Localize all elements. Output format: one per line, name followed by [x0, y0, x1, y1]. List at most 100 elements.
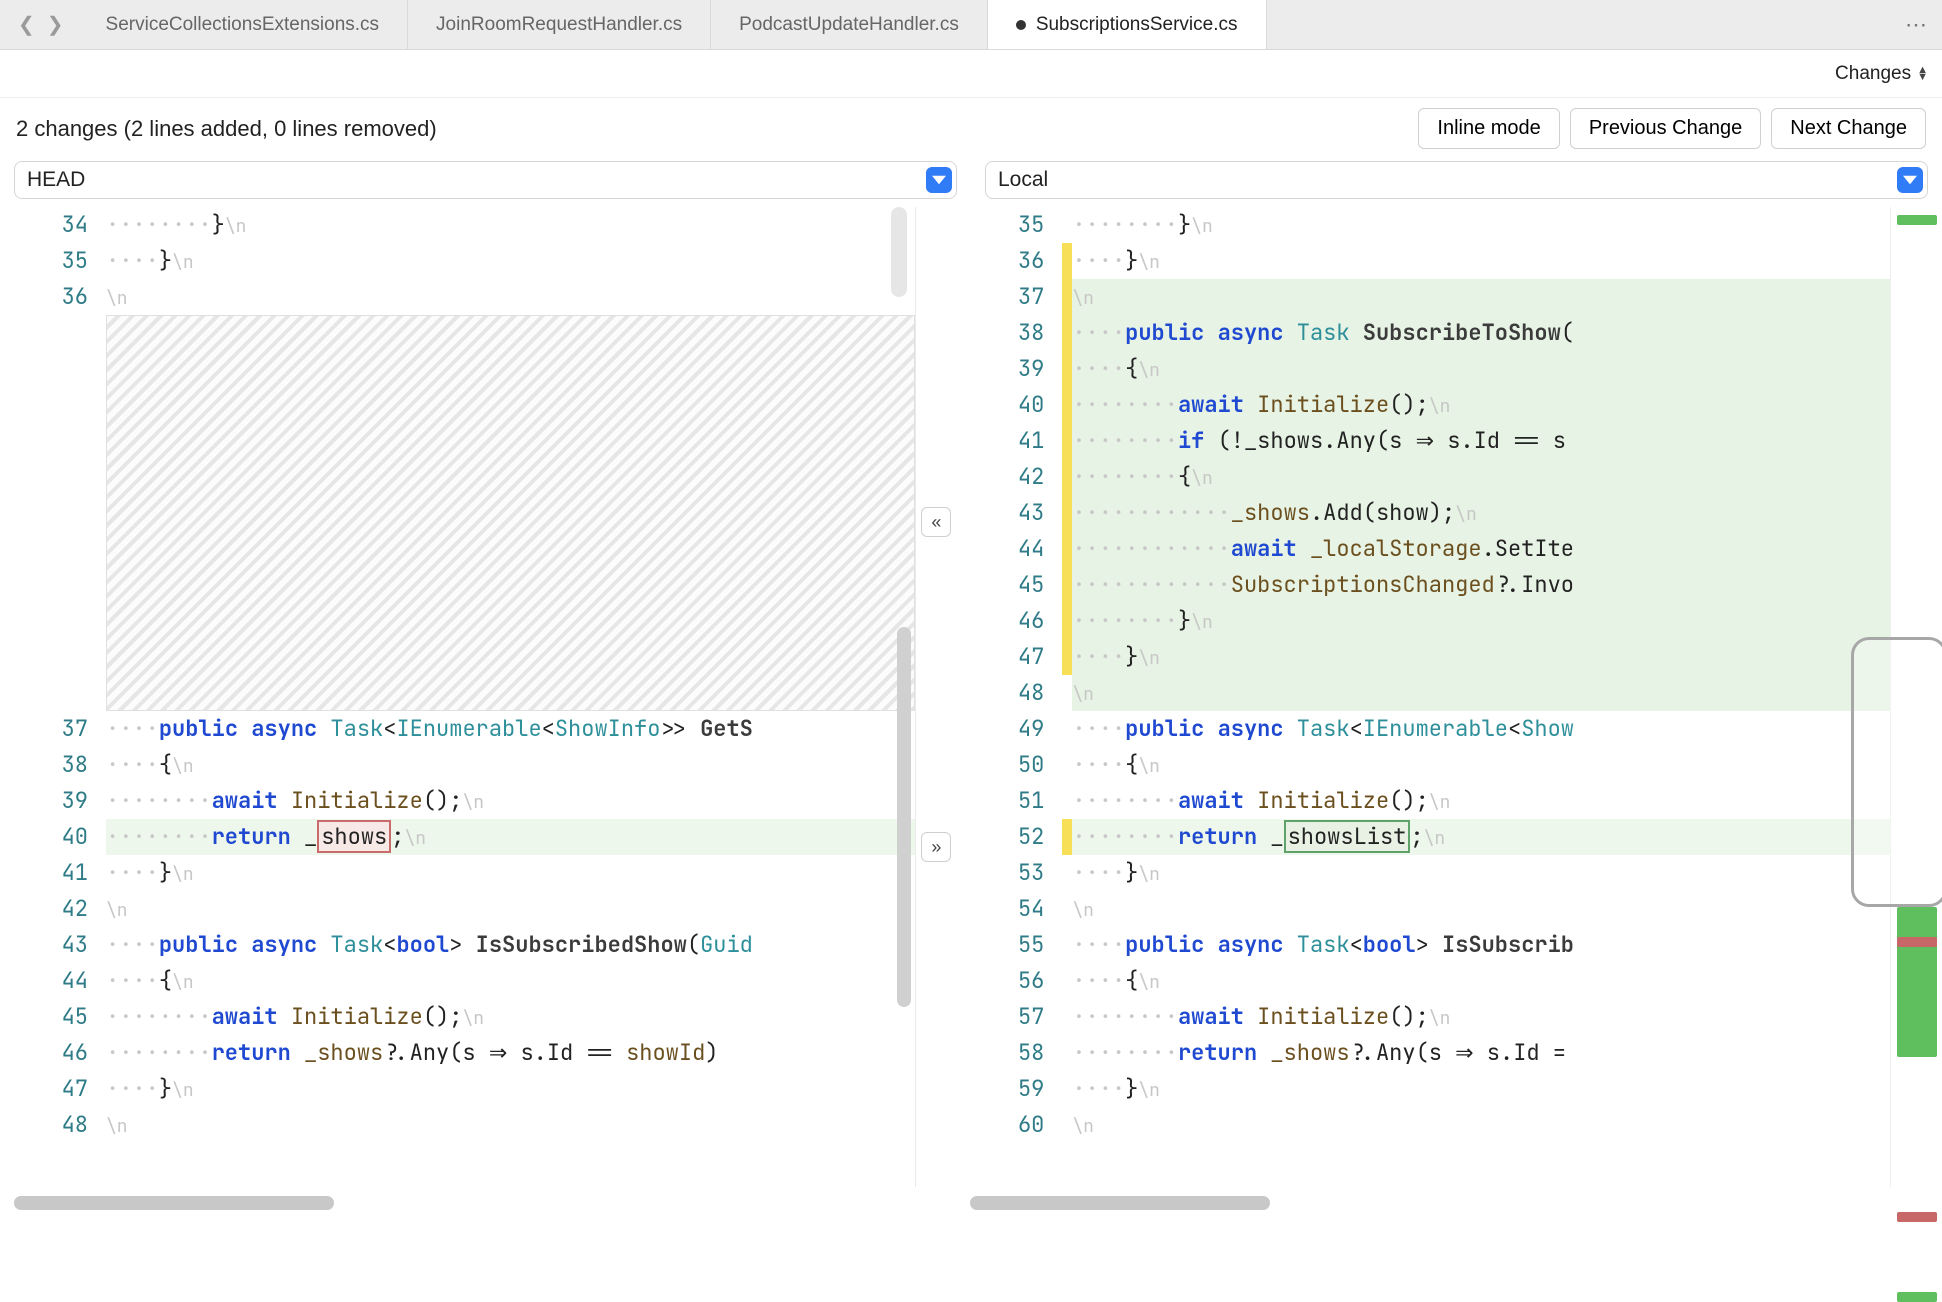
line-number: 36: [962, 243, 1044, 279]
code-line[interactable]: \n: [1072, 1107, 1890, 1143]
code-line[interactable]: \n: [1072, 675, 1890, 711]
code-line[interactable]: ········await Initialize();\n: [1072, 387, 1890, 423]
code-line[interactable]: ············await _localStorage.SetIte: [1072, 531, 1890, 567]
line-number: 42: [6, 891, 88, 927]
minimap-mark[interactable]: [1897, 215, 1937, 225]
minimap-viewport[interactable]: [1851, 637, 1942, 907]
code-line[interactable]: \n: [106, 1107, 915, 1143]
push-right-icon[interactable]: »: [921, 832, 951, 862]
minimap-mark[interactable]: [1897, 937, 1937, 947]
code-line[interactable]: ····{\n: [106, 963, 915, 999]
code-line[interactable]: ········await Initialize();\n: [1072, 783, 1890, 819]
tab-joinroomrequesthandler-cs[interactable]: JoinRoomRequestHandler.cs: [408, 0, 711, 49]
code-line[interactable]: ············SubscriptionsChanged?.Invo: [1072, 567, 1890, 603]
changes-dropdown[interactable]: Changes ▲▼: [1835, 63, 1928, 85]
code-line[interactable]: ········await Initialize();\n: [106, 999, 915, 1035]
code-line[interactable]: ········return _shows?.Any(s ⇒ s.Id == s…: [106, 1035, 915, 1071]
code-line[interactable]: \n: [106, 891, 915, 927]
inline-mode-button[interactable]: Inline mode: [1418, 108, 1559, 149]
tab-subscriptionsservice-cs[interactable]: SubscriptionsService.cs: [988, 0, 1267, 49]
next-change-button[interactable]: Next Change: [1771, 108, 1926, 149]
code-line[interactable]: ····public async Task<IEnumerable<Show: [1072, 711, 1890, 747]
code-line[interactable]: \n: [106, 279, 915, 315]
code-line[interactable]: \n: [1072, 279, 1890, 315]
code-line[interactable]: ········}\n: [106, 207, 915, 243]
code-line[interactable]: ········}\n: [1072, 603, 1890, 639]
change-marker: [1062, 639, 1072, 675]
tab-overflow-icon[interactable]: ⋯: [1892, 0, 1942, 49]
left-revision-label: HEAD: [27, 168, 85, 192]
change-marker: [1062, 351, 1072, 387]
change-marker: [1062, 891, 1072, 927]
code-line[interactable]: ····}\n: [106, 855, 915, 891]
line-number: 44: [6, 963, 88, 999]
code-line[interactable]: ····public async Task SubscribeToShow(: [1072, 315, 1890, 351]
minimap-mark[interactable]: [1897, 1017, 1937, 1027]
code-line[interactable]: ····{\n: [106, 747, 915, 783]
code-line[interactable]: ····{\n: [1072, 351, 1890, 387]
code-line[interactable]: ····{\n: [1072, 747, 1890, 783]
right-gutter: 3536373839404142434445464748495051525354…: [962, 207, 1062, 1187]
line-number: 48: [962, 675, 1044, 711]
line-number: 46: [962, 603, 1044, 639]
code-line[interactable]: ············_shows.Add(show);\n: [1072, 495, 1890, 531]
code-line[interactable]: ········if (!_shows.Any(s ⇒ s.Id == s: [1072, 423, 1890, 459]
line-number: 37: [962, 279, 1044, 315]
line-number: 40: [6, 819, 88, 855]
code-line[interactable]: ····public async Task<bool> IsSubscrib: [1072, 927, 1890, 963]
left-horizontal-scrollbar[interactable]: [14, 1193, 902, 1213]
right-code[interactable]: ········}\n····}\n\n····public async Tas…: [1072, 207, 1890, 1187]
code-line[interactable]: ····}\n: [1072, 1071, 1890, 1107]
minimap-mark[interactable]: [1897, 1292, 1937, 1302]
nav-back-icon[interactable]: ❮: [18, 12, 35, 37]
line-number: 43: [6, 927, 88, 963]
vertical-scrollbar[interactable]: [897, 627, 911, 1007]
code-line[interactable]: ····}\n: [1072, 243, 1890, 279]
code-line[interactable]: ····public async Task<IEnumerable<ShowIn…: [106, 711, 915, 747]
code-line[interactable]: ········{\n: [1072, 459, 1890, 495]
previous-change-button[interactable]: Previous Change: [1570, 108, 1761, 149]
line-number: 38: [962, 315, 1044, 351]
left-code[interactable]: ········}\n····}\n\n····public async Tas…: [106, 207, 915, 1187]
push-left-icon[interactable]: «: [921, 507, 951, 537]
nav-arrows: ❮ ❯: [0, 0, 78, 49]
code-line[interactable]: ········return _shows;\n: [106, 819, 915, 855]
code-line[interactable]: ········}\n: [1072, 207, 1890, 243]
code-line[interactable]: ····}\n: [1072, 855, 1890, 891]
code-line[interactable]: ····}\n: [1072, 639, 1890, 675]
code-line[interactable]: ········return _showsList;\n: [1072, 819, 1890, 855]
code-line[interactable]: ····}\n: [106, 243, 915, 279]
code-line[interactable]: ········return _shows?.Any(s ⇒ s.Id =: [1072, 1035, 1890, 1071]
left-pane[interactable]: 343536373839404142434445464748 ········}…: [0, 207, 916, 1187]
code-line[interactable]: ········await Initialize();\n: [1072, 999, 1890, 1035]
line-number: 54: [962, 891, 1044, 927]
line-number: 56: [962, 963, 1044, 999]
minimap[interactable]: [1890, 207, 1942, 1187]
right-horizontal-scrollbar[interactable]: [970, 1193, 1876, 1213]
diff-header: 2 changes (2 lines added, 0 lines remove…: [0, 98, 1942, 161]
minimap-mark[interactable]: [1897, 1212, 1937, 1222]
code-line[interactable]: ····}\n: [106, 1071, 915, 1107]
line-number: 37: [6, 711, 88, 747]
change-marker: [1062, 207, 1072, 243]
tab-servicecollectionsextensions-cs[interactable]: ServiceCollectionsExtensions.cs: [78, 0, 409, 49]
change-marker: [1062, 1107, 1072, 1143]
chevron-down-icon: [1897, 167, 1923, 193]
nav-forward-icon[interactable]: ❯: [47, 12, 64, 37]
right-pane[interactable]: 3536373839404142434445464748495051525354…: [956, 207, 1890, 1187]
chevron-down-icon: [926, 167, 952, 193]
code-line[interactable]: ····{\n: [1072, 963, 1890, 999]
code-line[interactable]: ····public async Task<bool> IsSubscribed…: [106, 927, 915, 963]
tab-podcastupdatehandler-cs[interactable]: PodcastUpdateHandler.cs: [711, 0, 988, 49]
left-revision-select[interactable]: HEAD: [14, 161, 957, 199]
code-line[interactable]: ········await Initialize();\n: [106, 783, 915, 819]
right-revision-select[interactable]: Local: [985, 161, 1928, 199]
change-marker: [1062, 495, 1072, 531]
minimap-mark[interactable]: [1897, 907, 1937, 1057]
diff-gutter-center: « »: [916, 207, 956, 1187]
code-line[interactable]: \n: [1072, 891, 1890, 927]
updown-icon: ▲▼: [1917, 67, 1928, 81]
change-marker: [1062, 279, 1072, 315]
line-number: 60: [962, 1107, 1044, 1143]
change-summary: 2 changes (2 lines added, 0 lines remove…: [16, 116, 437, 142]
